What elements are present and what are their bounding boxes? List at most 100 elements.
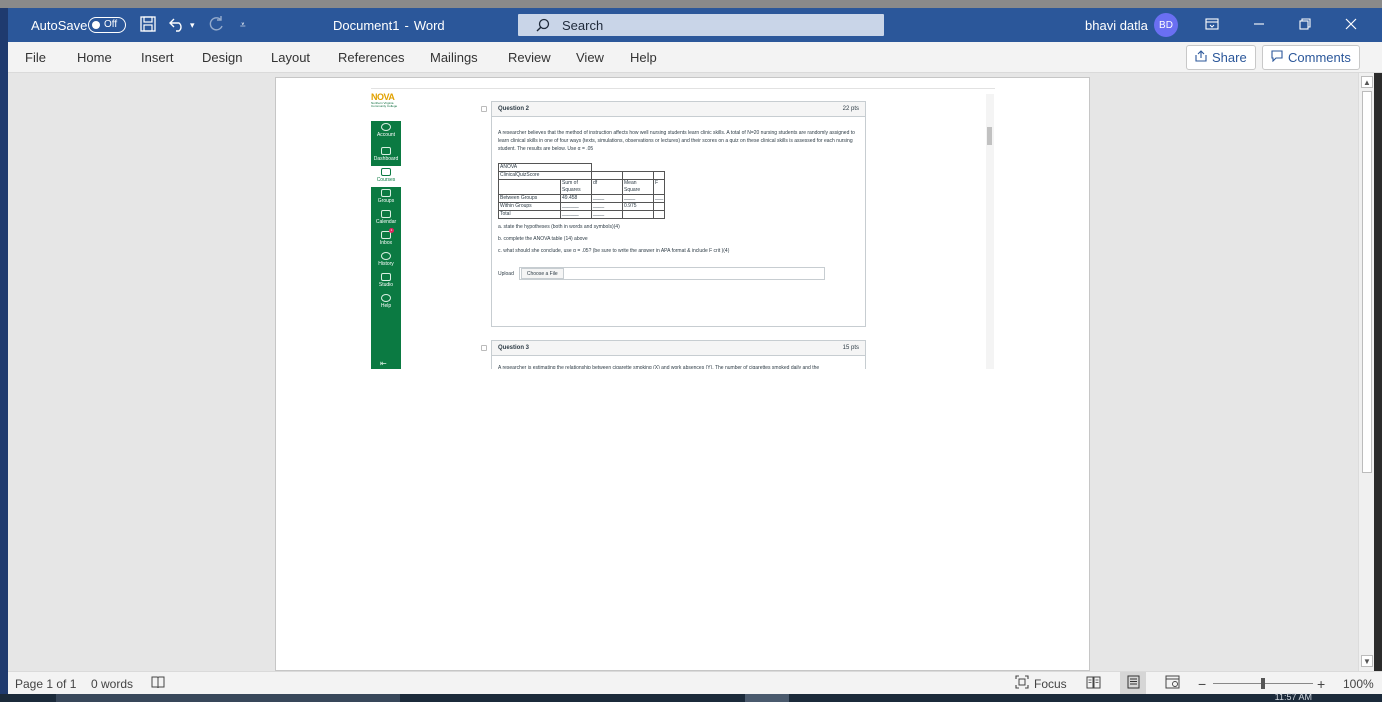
tab-review[interactable]: Review	[508, 42, 551, 73]
vertical-scrollbar[interactable]: ▲ ▼	[1358, 73, 1374, 671]
tab-help[interactable]: Help	[630, 42, 657, 73]
comments-button[interactable]: Comments	[1262, 45, 1360, 70]
title-separator: -	[404, 17, 409, 33]
tab-mailings[interactable]: Mailings	[430, 42, 478, 73]
calendar-icon	[381, 210, 391, 218]
scroll-thumb[interactable]	[1362, 91, 1372, 473]
app-name: Word	[413, 17, 445, 33]
autosave-toggle[interactable]: Off	[88, 8, 126, 42]
anova-cell	[652, 210, 666, 219]
scroll-up-icon[interactable]: ▲	[1361, 76, 1373, 88]
redo-button[interactable]	[207, 8, 225, 42]
ribbon-display-icon	[1205, 17, 1219, 33]
page-count[interactable]: Page 1 of 1	[15, 672, 76, 695]
nav-dashboard-label: Dashboard	[373, 156, 399, 162]
studio-icon	[381, 273, 391, 281]
nav-account: Account	[371, 123, 401, 145]
minimize-button[interactable]	[1236, 8, 1282, 42]
web-layout-button[interactable]	[1165, 672, 1180, 695]
anova-cell	[622, 210, 654, 219]
upload-label: Upload	[498, 270, 514, 277]
nav-help: Help	[371, 294, 401, 312]
word-count[interactable]: 0 words	[91, 672, 133, 695]
tab-references[interactable]: References	[338, 42, 404, 73]
tab-layout[interactable]: Layout	[271, 42, 310, 73]
nav-calendar-label: Calendar	[375, 219, 397, 225]
read-mode-button[interactable]	[1086, 672, 1101, 695]
question-2-part-a: a. state the hypotheses (both in words a…	[498, 224, 620, 230]
anova-cell: ___	[652, 194, 666, 203]
nav-inbox: 1 Inbox	[371, 228, 401, 249]
tab-home[interactable]: Home	[77, 42, 112, 73]
choose-file-button: Choose a File	[520, 268, 564, 279]
desktop-left-edge	[0, 8, 8, 694]
customize-qat-icon: ⩡	[240, 19, 246, 31]
zoom-level[interactable]: 100%	[1343, 672, 1374, 695]
tab-design[interactable]: Design	[202, 42, 242, 73]
customize-qat-button[interactable]: ⩡	[240, 8, 246, 42]
tab-insert[interactable]: Insert	[141, 42, 174, 73]
document-title: Document1 - Word	[333, 8, 445, 42]
college-logo: NOVA Northern Virginia Community College	[371, 92, 401, 118]
anova-blank	[622, 163, 654, 172]
restore-button[interactable]	[1282, 8, 1328, 42]
zoom-in-button[interactable]: +	[1317, 672, 1325, 695]
zoom-knob[interactable]	[1261, 678, 1265, 689]
flag-question-icon	[481, 345, 487, 351]
question-2-card: Question 2 22 pts A researcher believes …	[491, 101, 866, 327]
redo-icon	[207, 15, 225, 36]
upload-row: Upload Choose a File	[498, 267, 859, 280]
avatar: BD	[1154, 13, 1178, 37]
anova-cell: ____	[591, 202, 623, 211]
question-3-header: Question 3 15 pts	[492, 341, 865, 356]
flag-question-icon	[481, 106, 487, 112]
taskbar-app[interactable]	[745, 694, 789, 702]
anova-title: ANOVA	[498, 163, 592, 172]
save-button[interactable]	[139, 8, 157, 42]
question-2-points: 22 pts	[842, 106, 859, 112]
dashboard-icon	[381, 147, 391, 155]
zoom-out-button[interactable]: −	[1198, 672, 1206, 695]
question-2-title: Question 2	[498, 106, 530, 112]
share-button[interactable]: Share	[1186, 45, 1256, 70]
nav-inbox-label: Inbox	[379, 240, 393, 246]
anova-row: Within Groups ______ ____ 0.975	[498, 202, 666, 211]
status-bar: Page 1 of 1 0 words Focus − + 100%	[8, 671, 1382, 695]
print-layout-button[interactable]	[1120, 672, 1146, 695]
zoom-track[interactable]	[1213, 678, 1313, 689]
courses-icon	[381, 168, 391, 176]
comments-label: Comments	[1288, 50, 1351, 65]
tab-view[interactable]: View	[576, 42, 604, 73]
word-window: AutoSave Off ▾ ⩡ Document1 - Word Search…	[0, 0, 1382, 702]
anova-row: Between Groups 49.458 ____ ____ ___	[498, 194, 666, 203]
image-scroll-thumb	[987, 127, 992, 145]
user-avatar-button[interactable]: BD	[1154, 8, 1178, 42]
anova-cell: ______	[560, 210, 592, 219]
undo-dropdown-icon[interactable]: ▾	[190, 20, 195, 31]
anova-cell: 49.458	[560, 194, 592, 203]
autosave-state: Off	[104, 19, 118, 30]
search-box[interactable]: Search	[518, 14, 884, 36]
read-mode-icon	[1086, 676, 1101, 692]
document-page[interactable]: NOVA Northern Virginia Community College…	[275, 77, 1090, 671]
taskbar-search[interactable]	[56, 694, 400, 702]
nav-studio: Studio	[371, 273, 401, 291]
doc-name: Document1	[333, 17, 400, 33]
user-name[interactable]: bhavi datla	[1085, 8, 1148, 42]
undo-button[interactable]: ▾	[168, 8, 195, 42]
scroll-down-icon[interactable]: ▼	[1361, 655, 1373, 667]
groups-icon	[381, 189, 391, 197]
help-icon	[381, 294, 391, 302]
pasted-screenshot-image: NOVA Northern Virginia Community College…	[371, 86, 995, 369]
save-icon	[139, 15, 157, 36]
focus-button[interactable]: Focus	[1015, 672, 1067, 695]
ribbon-display-options-button[interactable]	[1189, 8, 1235, 42]
tab-file[interactable]: File	[25, 42, 46, 73]
anova-cell: ____	[622, 194, 654, 203]
search-icon	[536, 18, 550, 32]
close-button[interactable]	[1328, 8, 1374, 42]
question-2-header: Question 2 22 pts	[492, 102, 865, 117]
question-2-part-c: c. what should she conclude, use α = .05…	[498, 248, 730, 254]
desktop-top-edge	[0, 0, 1382, 8]
proofing-button[interactable]	[151, 672, 165, 695]
